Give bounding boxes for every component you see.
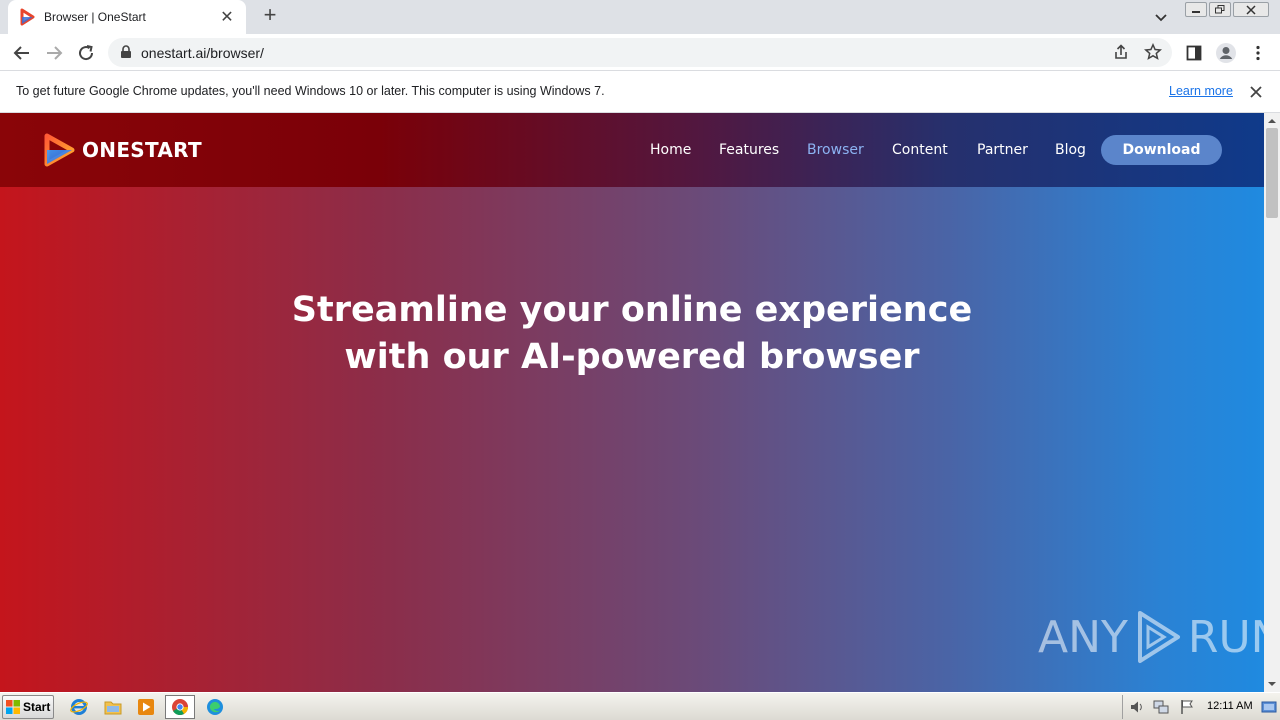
nav-content[interactable]: Content [892,142,948,158]
address-bar[interactable]: onestart.ai/browser/ [108,38,1172,67]
system-tray: 12:11 AM [1122,695,1280,719]
share-icon[interactable] [1112,43,1130,61]
browser-tab[interactable]: Browser | OneStart ✕ [8,0,246,34]
restore-icon[interactable] [1209,2,1231,17]
internet-explorer-icon[interactable] [68,696,90,718]
profile-avatar-icon[interactable] [1214,41,1238,65]
page-scrollbar[interactable] [1264,113,1280,692]
infobar-close-icon[interactable] [1247,83,1265,101]
window-controls [1185,2,1269,17]
file-explorer-icon[interactable] [102,696,124,718]
action-center-flag-icon[interactable] [1179,699,1195,715]
scroll-up-icon[interactable] [1264,115,1280,127]
logo-text: ONESTART [82,138,202,162]
menu-kebab-icon[interactable] [1246,41,1270,65]
onestart-logo-icon [44,133,75,167]
scrollbar-thumb[interactable] [1266,128,1278,218]
scroll-down-icon[interactable] [1264,678,1280,690]
infobar-message: To get future Google Chrome updates, you… [16,84,605,98]
new-tab-button[interactable]: + [258,4,282,28]
site-header: ONESTART Home Features Browser Content P… [0,113,1264,187]
side-panel-icon[interactable] [1182,41,1206,65]
bookmark-star-icon[interactable] [1144,43,1162,61]
media-player-icon[interactable] [135,696,157,718]
tab-close-icon[interactable]: ✕ [218,7,236,27]
windows-logo-icon [6,700,20,714]
url-text[interactable]: onestart.ai/browser/ [141,45,264,61]
nav-browser[interactable]: Browser [807,142,864,158]
hero-line-2: with our AI-powered browser [344,337,920,377]
back-icon[interactable] [10,41,34,65]
nav-features[interactable]: Features [719,142,779,158]
start-button[interactable]: Start [2,695,54,719]
browser-toolbar: onestart.ai/browser/ [0,34,1280,71]
page-content: ONESTART Home Features Browser Content P… [0,113,1264,692]
learn-more-link[interactable]: Learn more [1169,84,1233,98]
chrome-icon[interactable] [165,695,195,719]
edge-icon[interactable] [204,696,226,718]
tab-title: Browser | OneStart [44,10,146,24]
update-infobar: To get future Google Chrome updates, you… [0,71,1280,113]
reload-icon[interactable] [74,41,98,65]
tab-search-icon[interactable] [1150,6,1172,28]
onestart-favicon-icon [20,8,35,26]
onestart-logo[interactable]: ONESTART [42,132,202,168]
nav-blog[interactable]: Blog [1055,142,1086,158]
watermark-right-text: RUN [1187,611,1264,663]
hero-title: Streamline your online experience with o… [0,287,1264,381]
tab-strip: Browser | OneStart ✕ + [0,0,1280,34]
network-icon[interactable] [1153,699,1169,715]
watermark-left-text: ANY [1038,611,1128,663]
minimize-icon[interactable] [1185,2,1207,17]
nav-home[interactable]: Home [650,142,691,158]
hero-line-1: Streamline your online experience [291,290,973,330]
nav-partner[interactable]: Partner [977,142,1028,158]
forward-icon[interactable] [42,41,66,65]
lock-icon[interactable] [120,45,132,59]
start-label: Start [23,700,51,714]
anyrun-play-icon [1137,611,1180,663]
taskbar-clock[interactable]: 12:11 AM [1207,700,1253,712]
volume-icon[interactable] [1129,699,1145,715]
window-close-icon[interactable] [1233,2,1269,17]
anyrun-watermark: ANY RUN [1038,609,1264,665]
windows-taskbar: Start 12:11 AM [0,692,1280,720]
download-button[interactable]: Download [1101,135,1222,165]
show-desktop-icon[interactable] [1261,699,1277,715]
